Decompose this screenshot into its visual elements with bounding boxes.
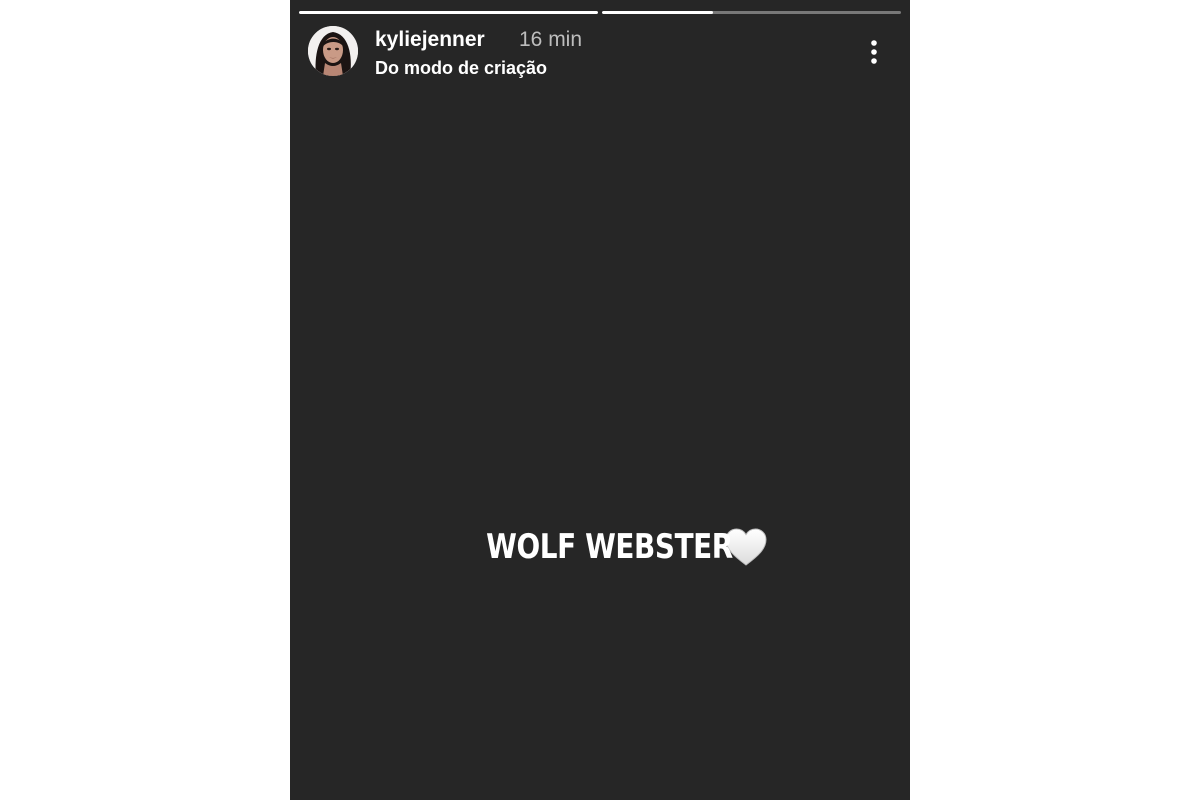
post-time: 16 min <box>519 28 583 51</box>
username[interactable]: kyliejenner <box>375 28 485 52</box>
progress-bar-1 <box>299 11 598 14</box>
profile-photo-icon <box>308 26 358 76</box>
progress-bar-2 <box>602 11 901 14</box>
more-options-button[interactable] <box>856 34 892 70</box>
more-vertical-icon <box>871 40 877 64</box>
caption-text: WOLF WEBSTER <box>485 527 733 567</box>
story-viewer[interactable]: kyliejenner 16 min Do modo de criação WO… <box>290 0 910 800</box>
progress-fill-1 <box>299 11 598 14</box>
story-caption: WOLF WEBSTER <box>290 527 910 567</box>
story-progress-bars <box>299 11 901 14</box>
progress-fill-2 <box>602 11 713 14</box>
story-source-label[interactable]: Do modo de criação <box>375 58 547 79</box>
story-header: kyliejenner 16 min Do modo de criação <box>308 26 892 80</box>
avatar[interactable] <box>308 26 358 76</box>
